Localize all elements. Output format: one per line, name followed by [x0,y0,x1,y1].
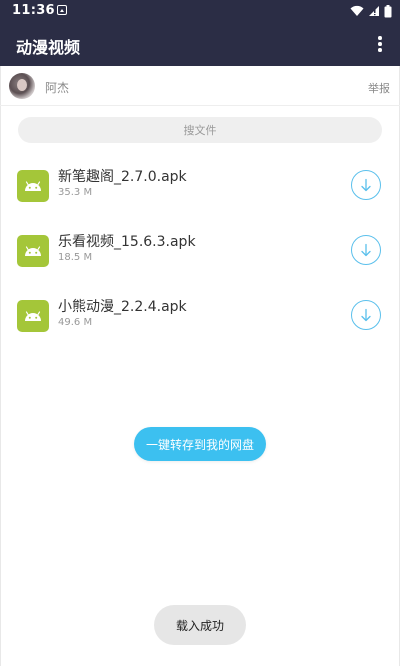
file-item[interactable]: 新笔趣阁_2.7.0.apk 35.3 M [0,164,400,212]
file-size: 18.5 M [58,252,93,263]
android-icon [17,235,49,267]
status-bar: 11:36 [0,0,400,22]
android-icon [17,300,49,332]
left-border [0,66,1,666]
report-link[interactable]: 举报 [368,80,390,96]
screen: 11:36 动漫视频 阿杰 举报 搜文件 新笔趣阁_2.7.0.apk 35.3… [0,0,400,666]
signal-icon [369,6,379,16]
download-icon[interactable] [351,170,381,200]
file-name: 乐看视频_15.6.3.apk [58,234,196,250]
save-to-disk-button[interactable]: 一键转存到我的网盘 [134,427,266,461]
wifi-icon [350,5,364,16]
battery-icon [384,4,392,17]
download-icon[interactable] [351,300,381,330]
toast-message: 载入成功 [154,605,246,645]
search-input[interactable]: 搜文件 [18,117,382,143]
notification-icon [57,5,67,15]
file-size: 49.6 M [58,317,93,328]
avatar[interactable] [9,73,35,99]
status-icons [350,4,392,18]
app-title: 动漫视频 [16,38,81,57]
file-item[interactable]: 小熊动漫_2.2.4.apk 49.6 M [0,294,400,342]
file-item[interactable]: 乐看视频_15.6.3.apk 18.5 M [0,229,400,277]
user-name: 阿杰 [45,81,70,95]
more-options-icon[interactable] [370,32,390,56]
user-row: 阿杰 举报 [0,66,400,106]
android-icon [17,170,49,202]
app-bar: 动漫视频 [0,22,400,66]
file-name: 小熊动漫_2.2.4.apk [58,299,187,315]
file-name: 新笔趣阁_2.7.0.apk [58,169,187,185]
status-time: 11:36 [12,3,55,18]
file-size: 35.3 M [58,187,93,198]
download-icon[interactable] [351,235,381,265]
